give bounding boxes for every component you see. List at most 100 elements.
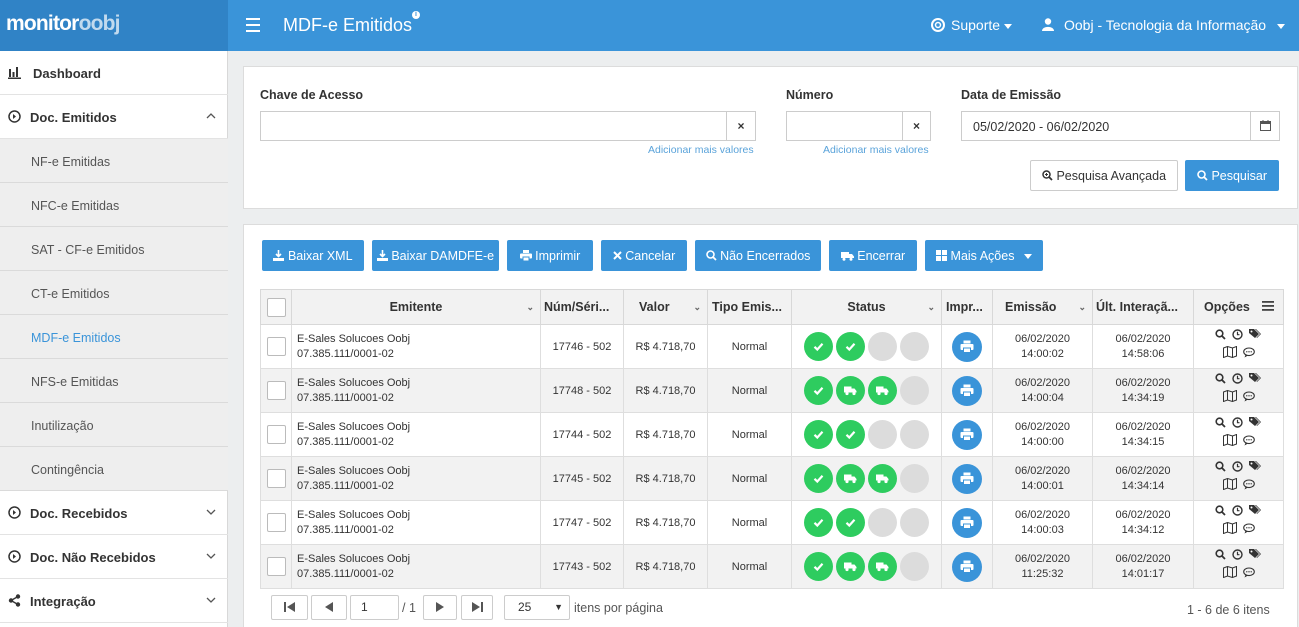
row-checkbox[interactable]: [266, 469, 286, 488]
tags-icon[interactable]: [1249, 372, 1262, 390]
chave-input[interactable]: [260, 111, 727, 141]
status-check-icon[interactable]: [836, 420, 865, 449]
map-icon[interactable]: [1222, 345, 1237, 364]
column-status[interactable]: Status ⌄: [791, 289, 942, 325]
status-check-icon[interactable]: [804, 376, 833, 405]
status-empty-icon[interactable]: [868, 420, 897, 449]
table-row[interactable]: E-Sales Solucoes Oobj 07.385.111/0001-02 1…: [260, 412, 1284, 457]
status-truck-icon[interactable]: [836, 464, 865, 493]
comment-icon[interactable]: [1242, 479, 1255, 496]
print-button[interactable]: [952, 507, 982, 538]
info-icon[interactable]: i: [412, 11, 420, 19]
baixar-xml-button[interactable]: Baixar XML: [262, 240, 364, 271]
clock-icon[interactable]: [1232, 549, 1243, 566]
tags-icon[interactable]: [1249, 416, 1262, 434]
clock-icon[interactable]: [1232, 461, 1243, 478]
print-button[interactable]: [952, 375, 982, 406]
numero-add-more-link[interactable]: Adicionar mais valores: [823, 144, 929, 156]
clock-icon[interactable]: [1232, 329, 1243, 346]
column-menu-icon[interactable]: [1262, 301, 1274, 311]
support-menu[interactable]: Suporte: [931, 17, 1013, 33]
map-icon[interactable]: [1222, 565, 1237, 584]
first-page-button[interactable]: [271, 595, 308, 620]
comment-icon[interactable]: [1242, 567, 1255, 584]
search-button[interactable]: Pesquisar: [1185, 160, 1279, 191]
sidebar-item-dashboard[interactable]: Dashboard: [0, 51, 228, 95]
print-button[interactable]: [952, 551, 982, 582]
tags-icon[interactable]: [1249, 460, 1262, 478]
tags-icon[interactable]: [1249, 504, 1262, 522]
encerrar-button[interactable]: Encerrar: [829, 240, 917, 271]
print-button[interactable]: [952, 419, 982, 450]
search-icon[interactable]: [1215, 329, 1226, 346]
prev-page-button[interactable]: [311, 595, 347, 620]
status-truck-icon[interactable]: [836, 376, 865, 405]
select-all-checkbox[interactable]: [266, 297, 286, 317]
baixar-damdfe-button[interactable]: Baixar DAMDFE-e: [372, 240, 499, 271]
status-check-icon[interactable]: [804, 332, 833, 361]
imprimir-button[interactable]: Imprimir: [507, 240, 593, 271]
menu-toggle-icon[interactable]: [246, 14, 260, 36]
map-icon[interactable]: [1222, 521, 1237, 540]
comment-icon[interactable]: [1242, 523, 1255, 540]
sidebar-subitem-nfse[interactable]: NFS-e Emitidas: [0, 359, 228, 403]
table-row[interactable]: E-Sales Solucoes Oobj 07.385.111/0001-02 1…: [260, 324, 1284, 369]
status-check-icon[interactable]: [804, 552, 833, 581]
sidebar-subitem-nfce[interactable]: NFC-e Emitidas: [0, 183, 228, 227]
sidebar-subitem-nfe[interactable]: NF-e Emitidas: [0, 139, 228, 183]
sidebar-subitem-contingencia[interactable]: Contingência: [0, 447, 228, 491]
status-empty-icon[interactable]: [900, 508, 929, 537]
status-check-icon[interactable]: [836, 332, 865, 361]
status-check-icon[interactable]: [804, 508, 833, 537]
next-page-button[interactable]: [423, 595, 457, 620]
search-icon[interactable]: [1215, 417, 1226, 434]
status-truck-icon[interactable]: [836, 552, 865, 581]
column-emitente[interactable]: Emitente ⌄: [291, 289, 541, 325]
table-row[interactable]: E-Sales Solucoes Oobj 07.385.111/0001-02 1…: [260, 500, 1284, 545]
row-checkbox[interactable]: [266, 557, 286, 576]
cancelar-button[interactable]: Cancelar: [601, 240, 687, 271]
column-num-serie[interactable]: Núm/Séri...: [540, 289, 624, 325]
map-icon[interactable]: [1222, 477, 1237, 496]
sidebar-subitem-sat[interactable]: SAT - CF-e Emitidos: [0, 227, 228, 271]
data-emissao-input[interactable]: 05/02/2020 - 06/02/2020: [961, 111, 1251, 141]
search-icon[interactable]: [1215, 505, 1226, 522]
sidebar-item-doc-recebidos[interactable]: Doc. Recebidos: [0, 491, 228, 535]
search-icon[interactable]: [1215, 549, 1226, 566]
row-checkbox[interactable]: [266, 513, 286, 532]
column-impressao[interactable]: Impr...: [941, 289, 993, 325]
comment-icon[interactable]: [1242, 347, 1255, 364]
status-empty-icon[interactable]: [900, 332, 929, 361]
status-check-icon[interactable]: [804, 420, 833, 449]
table-row[interactable]: E-Sales Solucoes Oobj 07.385.111/0001-02 1…: [260, 368, 1284, 413]
clock-icon[interactable]: [1232, 505, 1243, 522]
per-page-select[interactable]: 25 ▼: [504, 595, 570, 620]
last-page-button[interactable]: [461, 595, 493, 620]
status-truck-icon[interactable]: [868, 464, 897, 493]
status-empty-icon[interactable]: [868, 332, 897, 361]
column-opcoes[interactable]: Opções: [1193, 289, 1284, 325]
row-checkbox[interactable]: [266, 381, 286, 400]
search-icon[interactable]: [1215, 373, 1226, 390]
nao-encerrados-button[interactable]: Não Encerrados: [695, 240, 821, 271]
row-checkbox[interactable]: [266, 425, 286, 444]
column-emissao[interactable]: Emissão ⌄: [992, 289, 1093, 325]
status-check-icon[interactable]: [836, 508, 865, 537]
status-empty-icon[interactable]: [900, 464, 929, 493]
sidebar-subitem-inutilizacao[interactable]: Inutilização: [0, 403, 228, 447]
column-ultima-interacao[interactable]: Últ. Interaçã...: [1092, 289, 1194, 325]
sidebar-item-doc-nao-recebidos[interactable]: Doc. Não Recebidos: [0, 535, 228, 579]
search-icon[interactable]: [1215, 461, 1226, 478]
table-row[interactable]: E-Sales Solucoes Oobj 07.385.111/0001-02 1…: [260, 544, 1284, 589]
status-empty-icon[interactable]: [900, 420, 929, 449]
advanced-search-button[interactable]: Pesquisa Avançada: [1030, 160, 1178, 191]
clock-icon[interactable]: [1232, 373, 1243, 390]
chave-clear-button[interactable]: ×: [726, 111, 756, 141]
comment-icon[interactable]: [1242, 435, 1255, 452]
table-row[interactable]: E-Sales Solucoes Oobj 07.385.111/0001-02 1…: [260, 456, 1284, 501]
column-tipo-emissao[interactable]: Tipo Emis...: [707, 289, 792, 325]
sidebar-item-doc-emitidos[interactable]: Doc. Emitidos: [0, 95, 228, 139]
sidebar-subitem-mdfe[interactable]: MDF-e Emitidos: [0, 315, 228, 359]
row-checkbox[interactable]: [266, 337, 286, 356]
numero-clear-button[interactable]: ×: [902, 111, 931, 141]
